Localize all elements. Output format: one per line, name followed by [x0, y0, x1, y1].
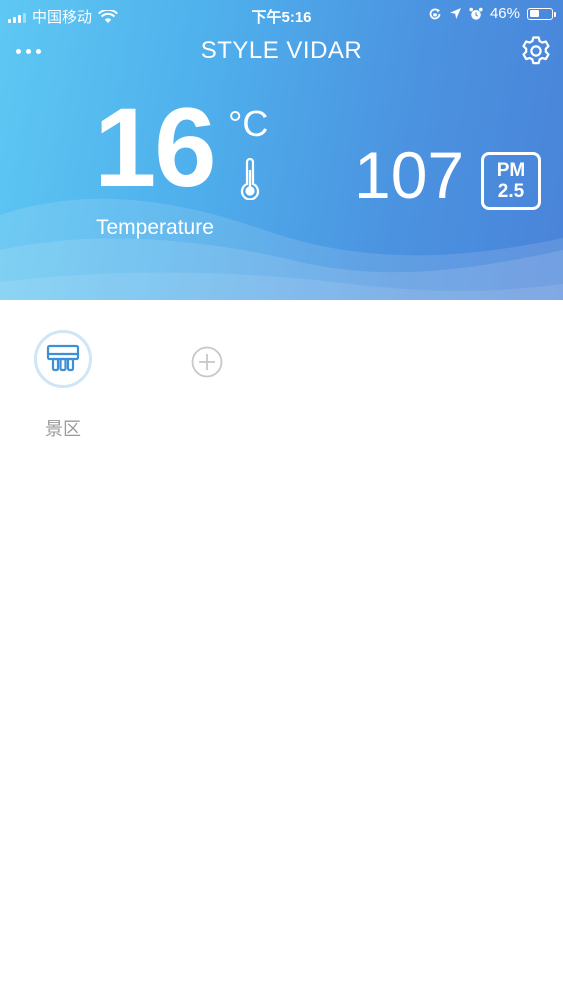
alarm-icon	[469, 7, 483, 20]
pm25-badge-bottom: 2.5	[497, 181, 525, 202]
device-list: 景区	[0, 300, 563, 1000]
status-right: 46%	[428, 5, 556, 22]
app-screen: 中国移动 下午5:16 46% STYLE VIDAR 16 °C Temper…	[0, 0, 563, 1000]
gear-icon[interactable]	[519, 34, 553, 68]
device-item-scenic-area[interactable]: 景区	[30, 330, 96, 441]
device-icon-circle	[34, 330, 92, 388]
pm25-badge-top: PM	[496, 160, 526, 181]
battery-icon	[527, 7, 556, 20]
status-bar: 中国移动 下午5:16 46%	[0, 0, 563, 30]
screen-lock-icon	[429, 8, 441, 19]
pm25-value: 107	[354, 138, 465, 212]
pm25-badge: PM 2.5	[481, 152, 541, 210]
app-title: STYLE VIDAR	[200, 37, 363, 64]
battery-level	[529, 10, 540, 17]
thermometer-icon	[240, 158, 260, 200]
temperature-value: 16	[94, 85, 217, 210]
device-label: 景区	[45, 419, 81, 440]
plus-circle-icon[interactable]	[190, 345, 224, 379]
weather-header: 中国移动 下午5:16 46% STYLE VIDAR 16 °C Temper…	[0, 0, 563, 300]
temperature-unit: °C	[228, 103, 269, 144]
battery-percent: 46%	[489, 5, 520, 22]
location-arrow-icon	[449, 8, 461, 19]
air-conditioner-icon	[46, 344, 80, 372]
nav-bar: STYLE VIDAR	[0, 30, 563, 74]
temperature-label: Temperature	[96, 216, 214, 239]
